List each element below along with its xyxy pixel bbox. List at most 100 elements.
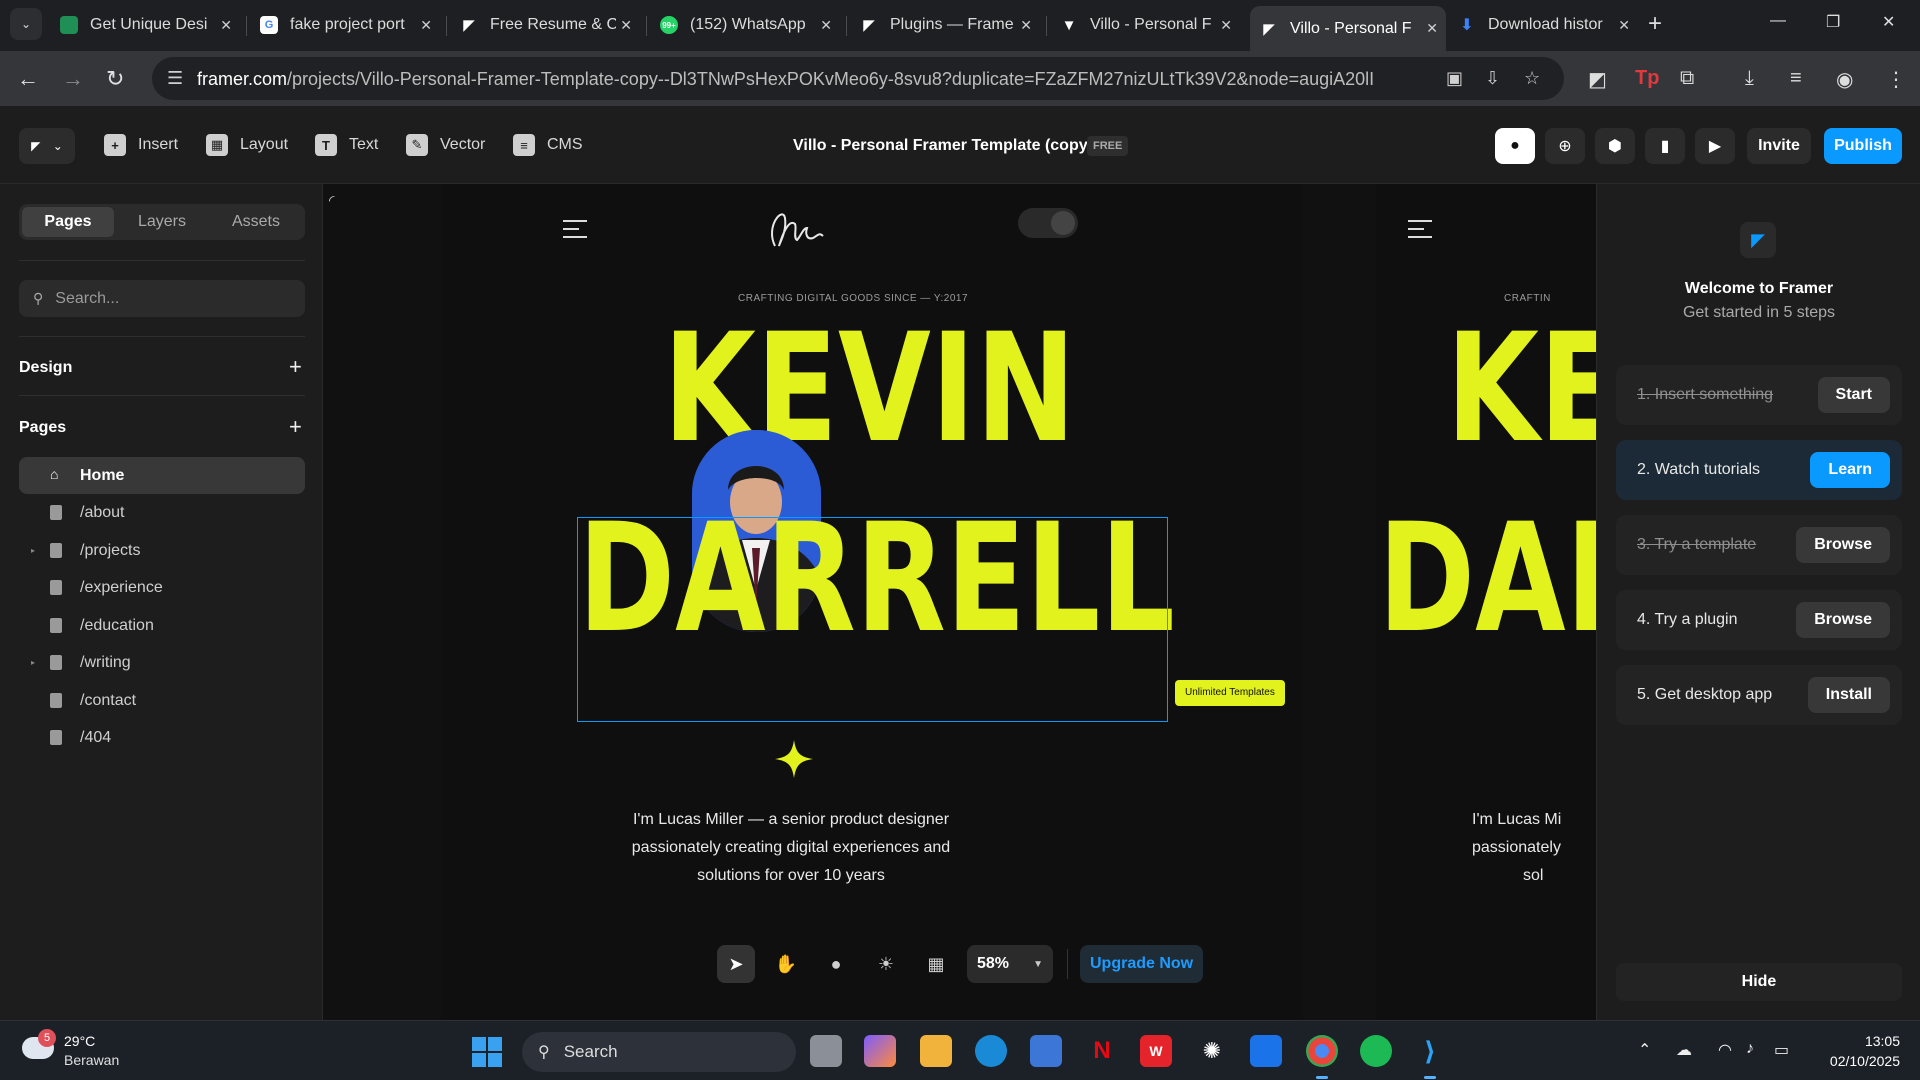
framer-menu-button[interactable]: ◤ ⌄ [19,128,75,164]
comment-tool[interactable]: ● [817,945,855,983]
tab-layers[interactable]: Layers [116,207,208,237]
vscode-icon[interactable]: ⟩ [1414,1035,1446,1079]
forward-button[interactable]: → [62,66,84,92]
insert-button[interactable]: + Insert [104,131,178,159]
browser-tab[interactable]: Get Unique Desi ✕ [50,8,240,42]
task-view-icon[interactable] [810,1035,842,1067]
hand-tool[interactable]: ✋ [767,945,805,983]
canvas[interactable]: ◜ CRAFTING DIGITAL GOODS SINCE — Y:2017 … [323,184,1596,1020]
onedrive-icon[interactable]: ☁ [1676,1040,1692,1060]
clipboard-icon[interactable]: ▣ [1446,68,1463,89]
clock[interactable]: 13:05 02/10/2025 [1816,1031,1900,1071]
file-explorer-icon[interactable] [920,1035,952,1067]
tab-search-button[interactable]: ⌄ [10,8,42,40]
browser-tab[interactable]: ◤ Plugins — Frame ✕ [850,8,1040,42]
more-icon[interactable]: ⋮ [1886,67,1906,92]
project-title[interactable]: Villo - Personal Framer Template (copy) [793,137,1093,155]
select-tool[interactable]: ➤ [717,945,755,983]
browser-tab[interactable]: ◤ Free Resume & C ✕ [450,8,640,42]
chrome-icon[interactable] [1306,1035,1338,1079]
close-icon[interactable]: ✕ [1020,17,1032,34]
preview-button[interactable]: ▶ [1695,128,1735,164]
search-input[interactable]: ⚲ Search... [19,280,305,317]
cms-button[interactable]: ≡ CMS [513,131,583,159]
vector-button[interactable]: ✎ Vector [406,131,485,159]
close-icon[interactable]: ✕ [820,17,832,34]
extension-tp-icon[interactable]: Tp [1635,67,1659,90]
menu-icon[interactable] [563,220,587,244]
wifi-icon[interactable]: ◠ [1718,1040,1732,1060]
extension-icon[interactable]: ◩ [1588,67,1607,92]
browser-tab[interactable]: ▼ Villo - Personal F ✕ [1050,8,1240,42]
globe-button[interactable]: ⊕ [1545,128,1585,164]
url-text[interactable]: framer.com/projects/Villo-Personal-Frame… [197,69,1374,90]
new-tab-button[interactable]: + [1648,10,1662,38]
unlimited-templates-badge[interactable]: Unlimited Templates [1175,680,1285,706]
start-button[interactable] [472,1037,502,1067]
page-item-contact[interactable]: /contact [19,682,305,719]
tab-pages[interactable]: Pages [22,207,114,237]
close-icon[interactable]: ✕ [620,17,632,34]
design-heading[interactable]: Design [19,359,72,377]
edge-icon[interactable] [975,1035,1007,1067]
close-icon[interactable]: ✕ [220,17,232,34]
avatar[interactable]: ● [1495,128,1535,164]
desktop-frame[interactable]: CRAFTING DIGITAL GOODS SINCE — Y:2017 KE… [441,184,1303,1020]
downloads-icon[interactable]: ⤓ [1745,67,1754,90]
close-icon[interactable]: ✕ [420,17,432,34]
start-button[interactable]: Start [1817,377,1890,413]
profile-icon[interactable]: ◉ [1836,67,1853,92]
close-icon[interactable]: ✕ [1220,17,1232,34]
copilot-icon[interactable] [864,1035,896,1067]
layout-button[interactable]: ▦ Layout [206,131,288,159]
close-icon[interactable]: ✕ [1426,20,1438,37]
app-icon[interactable] [1250,1035,1282,1067]
volume-icon[interactable]: ♪ [1746,1040,1754,1058]
back-button[interactable]: ← [17,66,39,92]
minimize-button[interactable]: — [1770,12,1786,30]
grid-tool[interactable]: ▦ [917,945,955,983]
store-icon[interactable] [1030,1035,1062,1067]
headline-first-name[interactable]: KE [1446,314,1596,464]
expand-arrow-icon[interactable]: ▸ [31,546,35,555]
add-page-button[interactable]: + [289,414,302,440]
window-close-button[interactable]: ✕ [1882,12,1895,32]
taskbar-search[interactable]: ⚲ Search [522,1032,796,1072]
wps-icon[interactable]: W [1140,1035,1172,1067]
omnibox[interactable]: ☰ framer.com/projects/Villo-Personal-Fra… [152,57,1564,100]
tablet-frame[interactable]: CRAFTIN KE DAI I'm Lucas Mi passionately… [1376,184,1596,1020]
text-button[interactable]: T Text [315,131,378,159]
install-button[interactable]: Install [1807,677,1890,713]
browser-tab[interactable]: G fake project port ✕ [250,8,440,42]
chevron-up-icon[interactable]: ⌃ [1638,1040,1651,1060]
page-item-education[interactable]: /education [19,607,305,644]
browser-tab[interactable]: ⬇ Download histor ✕ [1448,8,1638,42]
expand-arrow-icon[interactable]: ▸ [31,658,35,667]
battery-icon[interactable]: ▭ [1774,1040,1789,1060]
add-design-button[interactable]: + [289,354,302,380]
page-item-writing[interactable]: ▸ /writing [19,644,305,681]
puzzle-icon[interactable]: ⧉ [1680,67,1694,90]
page-item-404[interactable]: /404 [19,719,305,756]
media-icon[interactable]: ≡ [1790,67,1802,90]
browse-template-button[interactable]: Browse [1796,527,1890,563]
restore-button[interactable]: ❐ [1826,12,1840,32]
browser-tab-active[interactable]: ◤ Villo - Personal F ✕ [1250,6,1446,51]
tab-assets[interactable]: Assets [210,207,302,237]
invite-button[interactable]: Invite [1747,128,1811,164]
install-app-icon[interactable]: ⇩ [1485,68,1500,89]
netflix-icon[interactable]: N [1086,1035,1118,1067]
site-info-icon[interactable]: ☰ [167,68,183,89]
star-icon[interactable]: ☆ [1524,68,1540,89]
menu-icon[interactable] [1408,220,1432,244]
page-item-experience[interactable]: /experience [19,569,305,606]
chatgpt-icon[interactable]: ✺ [1196,1035,1228,1067]
page-item-home[interactable]: ⌂ Home [19,457,305,494]
browse-plugin-button[interactable]: Browse [1796,602,1890,638]
reload-button[interactable]: ↻ [106,66,124,92]
close-icon[interactable]: ✕ [1618,17,1630,34]
hide-button[interactable]: Hide [1616,963,1902,1001]
analytics-button[interactable]: ▮ [1645,128,1685,164]
theme-toggle[interactable] [1018,208,1078,238]
settings-button[interactable]: ⬢ [1595,128,1635,164]
